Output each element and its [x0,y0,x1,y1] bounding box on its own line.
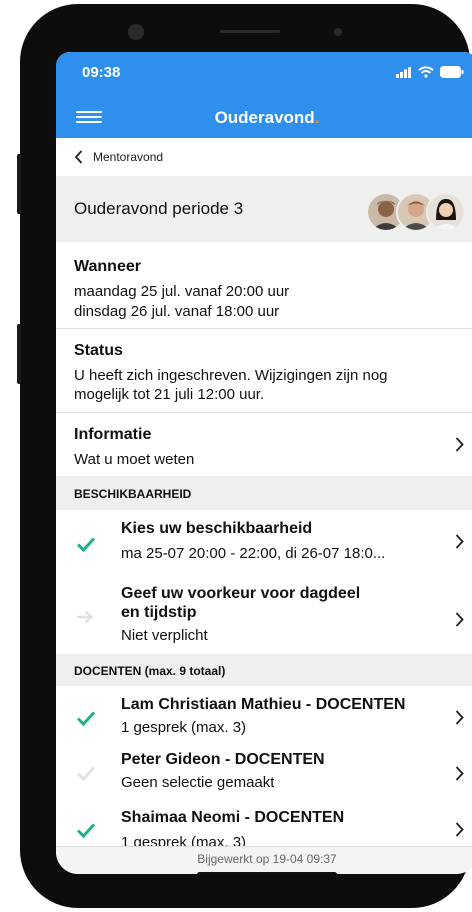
status-icons [396,66,464,78]
voorkeur-sub: Niet verplicht [121,627,208,644]
chevron-right-icon [455,612,464,627]
chevron-right-icon [455,822,464,837]
last-updated-footer: Bijgewerkt op 19-04 09:37 [56,846,472,874]
chevron-right-icon [455,766,464,781]
docent-item[interactable]: Shaimaa Neomi - DOCENTEN 1 gesprek (max.… [56,802,472,851]
checkmark-icon [76,823,96,838]
voorkeur-title-line-2: en tijdstip [121,604,197,621]
face-sensor [334,28,342,36]
signal-icon [396,66,411,78]
front-camera [128,24,144,40]
title-accent-dot: . [314,108,320,127]
informatie-label: Informatie [74,426,152,443]
section-beschikbaarheid-title: BESCHIKBAARHEID [74,487,192,501]
docent-name: Lam Christiaan Mathieu - DOCENTEN [121,696,406,713]
avatar-group [366,192,466,232]
voorkeur-title-line-1: Geef uw voorkeur voor dagdeel [121,585,361,602]
beschikbaarheid-title: Kies uw beschikbaarheid [121,520,313,537]
section-docenten: DOCENTEN (max. 9 totaal) [56,654,472,686]
docent-status: Geen selectie gemaakt [121,774,275,791]
section-beschikbaarheid: BESCHIKBAARHEID [56,476,472,510]
docent-item[interactable]: Peter Gideon - DOCENTEN Geen selectie ge… [56,744,472,802]
breadcrumb-back[interactable]: Mentoravond [56,138,472,177]
event-title: Ouderavond periode 3 [74,199,244,218]
status-label: Status [74,342,123,359]
informatie-row[interactable]: Informatie Wat u moet weten [56,413,472,476]
beschikbaarheid-item[interactable]: Kies uw beschikbaarheid ma 25-07 20:00 -… [56,510,472,580]
app-screen: 09:38 Ouderavond. Mentoravond Ouderavond… [56,52,472,874]
app-title: Ouderavond. [214,108,320,127]
phone-frame: 09:38 Ouderavond. Mentoravond Ouderavond… [17,4,472,908]
docent-name: Peter Gideon - DOCENTEN [121,751,325,768]
status-time: 09:38 [82,64,121,81]
app-header: 09:38 Ouderavond. [56,52,472,138]
checkmark-icon [76,766,96,781]
home-indicator[interactable] [197,872,337,874]
voorkeur-item[interactable]: Geef uw voorkeur voor dagdeel en tijdsti… [56,580,472,654]
chevron-right-icon [455,710,464,725]
docent-item[interactable]: Lam Christiaan Mathieu - DOCENTEN 1 gesp… [56,686,472,744]
wanneer-date-1: maandag 25 jul. vanaf 20:00 uur [74,283,290,300]
wifi-icon [418,66,434,78]
wanneer-label: Wanneer [74,258,141,275]
chevron-left-icon [74,150,83,164]
wanneer-row: Wanneer maandag 25 jul. vanaf 20:00 uur … [56,242,472,329]
last-updated-text: Bijgewerkt op 19-04 09:37 [197,852,337,866]
status-line-2: mogelijk tot 21 juli 12:00 uur. [74,386,265,403]
status-line-1: U heeft zich ingeschreven. Wijzigingen z… [74,367,388,384]
docent-name: Shaimaa Neomi - DOCENTEN [121,809,345,826]
chevron-right-icon [455,534,464,549]
wanneer-date-2: dinsdag 26 jul. vanaf 18:00 uur [74,303,280,320]
avatar [426,192,466,232]
volume-up-button [17,154,21,214]
checkmark-icon [76,711,96,726]
arrow-right-icon [77,610,94,624]
section-docenten-title: DOCENTEN (max. 9 totaal) [74,664,226,678]
battery-icon [440,66,464,78]
status-row: Status U heeft zich ingeschreven. Wijzig… [56,329,472,413]
event-title-band: Ouderavond periode 3 [56,176,472,242]
checkmark-icon [76,537,96,552]
volume-down-button [17,324,21,384]
earpiece [220,30,280,33]
informatie-sub: Wat u moet weten [74,451,195,468]
beschikbaarheid-sub: ma 25-07 20:00 - 22:00, di 26-07 18:0... [121,545,386,562]
breadcrumb-label: Mentoravond [93,150,164,164]
chevron-right-icon [455,437,464,452]
docent-status: 1 gesprek (max. 3) [121,719,247,736]
